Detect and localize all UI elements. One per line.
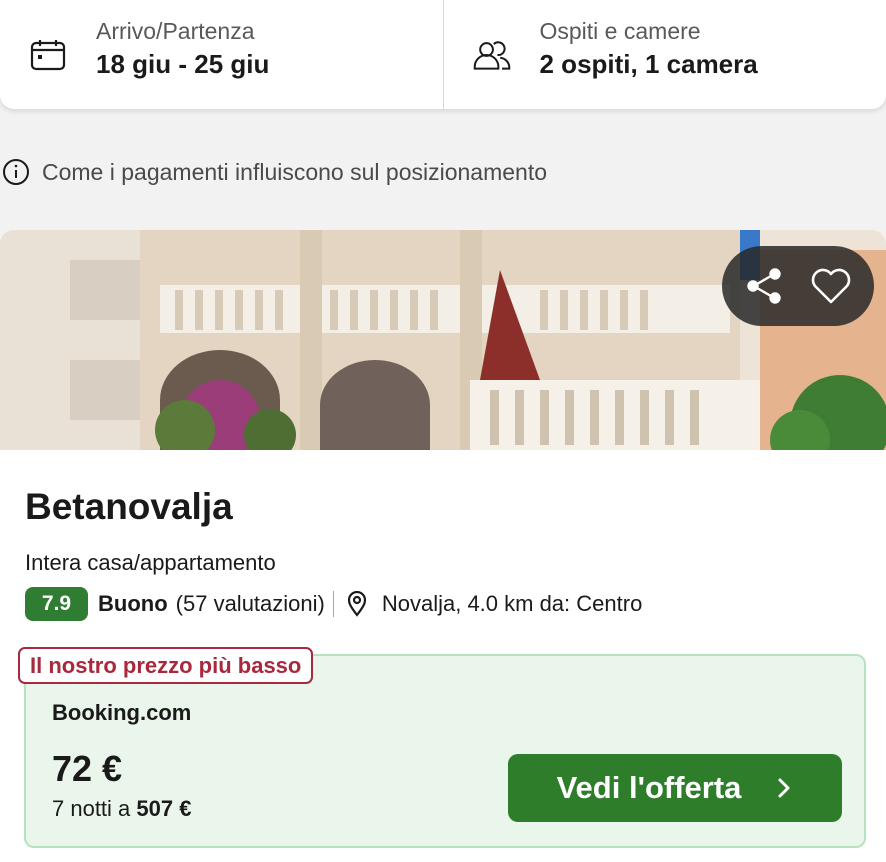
heart-icon[interactable] xyxy=(803,258,859,314)
total-amount: 507 € xyxy=(136,796,192,821)
map-pin-icon xyxy=(347,591,366,617)
nightly-price: 72 € xyxy=(52,748,123,789)
lowest-price-badge: Il nostro prezzo più basso xyxy=(18,647,314,684)
payment-ranking-note[interactable]: Come i pagamenti influiscono sul posizio… xyxy=(2,158,547,186)
view-deal-button[interactable]: Vedi l'offerta xyxy=(508,754,842,822)
chevron-right-icon xyxy=(778,778,790,798)
location-text: Novalja, 4.0 km da: Centro xyxy=(381,591,643,616)
search-summary-bar: Arrivo/Partenza 18 giu - 25 giu Ospiti e… xyxy=(0,0,886,109)
guests-value: 2 ospiti, 1 camera xyxy=(539,48,758,79)
hotel-name[interactable]: Betanovalja xyxy=(25,486,233,528)
divider xyxy=(332,591,334,617)
view-deal-label: Vedi l'offerta xyxy=(556,770,742,805)
provider-name: Booking.com xyxy=(52,700,192,725)
guests-selector[interactable]: Ospiti e camere 2 ospiti, 1 camera xyxy=(442,0,886,109)
photo-actions xyxy=(722,246,874,326)
dates-value: 18 giu - 25 giu xyxy=(96,48,270,79)
guests-label: Ospiti e camere xyxy=(539,17,701,44)
review-count: (57 valutazioni) xyxy=(175,591,325,616)
total-price: 7 notti a 507 € xyxy=(52,796,191,822)
total-prefix: 7 notti a xyxy=(52,796,137,821)
rating-row: 7.9 Buono (57 valutazioni) Novalja, 4.0 … xyxy=(25,587,642,621)
score-badge: 7.9 xyxy=(25,587,88,621)
guests-icon xyxy=(472,35,512,75)
hotel-photo[interactable] xyxy=(0,230,886,450)
payment-note-text: Come i pagamenti influiscono sul posizio… xyxy=(42,158,548,185)
dates-selector[interactable]: Arrivo/Partenza 18 giu - 25 giu xyxy=(0,0,443,109)
share-icon[interactable] xyxy=(737,258,793,314)
dates-label: Arrivo/Partenza xyxy=(96,17,255,44)
rating-word: Buono xyxy=(98,591,168,616)
info-icon xyxy=(3,159,29,185)
property-type: Intera casa/appartamento xyxy=(25,550,276,575)
hotel-card[interactable]: Betanovalja Intera casa/appartamento 7.9… xyxy=(0,230,886,862)
calendar-icon xyxy=(28,35,68,75)
